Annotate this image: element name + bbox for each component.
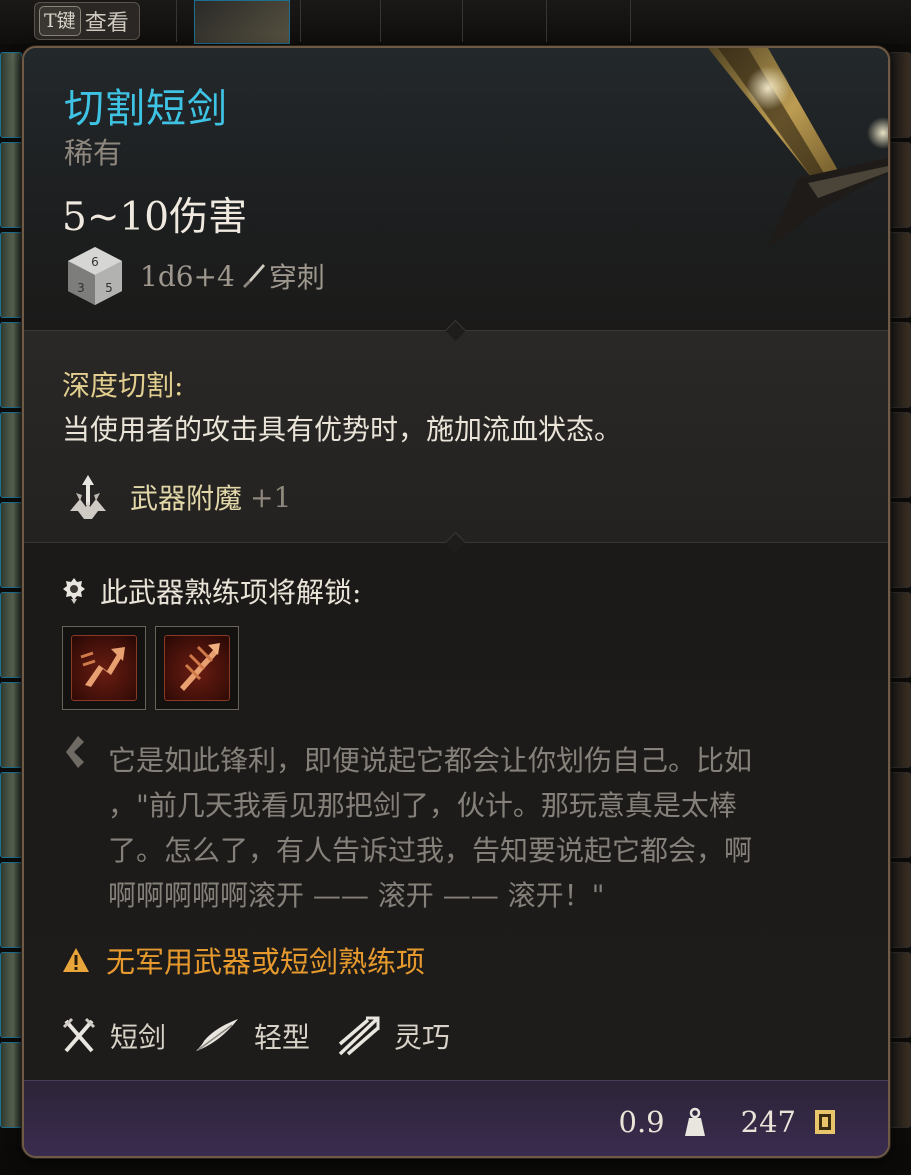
action-slot[interactable] — [155, 626, 239, 710]
gold-coin-icon — [815, 1110, 835, 1134]
crossed-swords-icon — [62, 1017, 96, 1053]
proficiency-label: 此武器熟练项将解锁: — [100, 576, 362, 609]
inventory-slot[interactable] — [889, 1042, 911, 1128]
inventory-slot[interactable] — [889, 52, 911, 138]
examine-hint[interactable]: T键 查看 — [34, 2, 140, 40]
d6-dice-icon: 6 3 5 — [68, 247, 122, 305]
right-inventory-column — [889, 52, 911, 1132]
property-short-sword[interactable]: 短剑 — [62, 1016, 166, 1056]
flavor-line: 啊啊啊啊啊滚开 —— 滚开 —— 滚开！" — [108, 879, 605, 912]
inventory-slot[interactable] — [889, 772, 911, 858]
hotbar-divider — [462, 0, 463, 42]
item-rarity: 稀有 — [64, 136, 123, 170]
weapon-properties: 短剑 轻型 灵巧 — [62, 1012, 478, 1060]
damage-dice: 1d6+4 — [140, 259, 235, 293]
flavor-line: ，"前几天我看见那把剑了，伙计。那玩意真是太棒 — [108, 789, 737, 822]
hotbar-divider — [300, 0, 301, 42]
flavor-text-icon — [66, 736, 84, 768]
inventory-slot[interactable] — [889, 592, 911, 678]
svg-text:3: 3 — [77, 281, 85, 295]
inventory-slot[interactable] — [0, 232, 22, 318]
inventory-slot[interactable] — [889, 412, 911, 498]
property-label: 短剑 — [110, 1021, 167, 1054]
inventory-slot[interactable] — [889, 682, 911, 768]
action-icon-2 — [164, 635, 230, 701]
property-label: 轻型 — [254, 1021, 311, 1054]
enchantment-label: 武器附魔 — [130, 482, 243, 515]
property-light[interactable]: 轻型 — [194, 1016, 310, 1056]
inventory-slot[interactable] — [889, 232, 911, 318]
item-price: 247 — [740, 1105, 796, 1139]
piercing-icon — [242, 264, 265, 288]
inventory-slot[interactable] — [0, 862, 22, 948]
inventory-slot[interactable] — [889, 862, 911, 948]
enchantment-value: +1 — [250, 480, 292, 514]
hotbar-divider — [630, 0, 631, 42]
weight-icon — [684, 1107, 705, 1136]
inventory-slot[interactable] — [0, 502, 22, 588]
item-name: 切割短剑 — [64, 86, 228, 132]
enchantment-row: 武器附魔 +1 — [62, 470, 291, 524]
piercing-strike-icon — [80, 647, 125, 687]
action-slot[interactable] — [62, 626, 146, 710]
inventory-slot[interactable] — [0, 592, 22, 678]
item-weight: 0.9 — [618, 1105, 665, 1139]
inventory-slot[interactable] — [0, 142, 22, 228]
flavor-text: 它是如此锋利，即便说起它都会让你划伤自己。比如 ，"前几天我看见那把剑了，伙计。… — [108, 738, 856, 918]
finesse-icon — [338, 1016, 380, 1056]
left-inventory-column — [0, 52, 22, 1132]
damage-dice-row: 6 3 5 1d6+4 穿刺 — [64, 244, 325, 308]
warning-row: 无军用武器或短剑熟练项 — [62, 940, 425, 980]
inventory-slot[interactable] — [0, 322, 22, 408]
item-tooltip: 切割短剑 稀有 5~10伤害 6 3 5 1d6+4 穿刺 深度切割: 当使用者… — [22, 46, 890, 1158]
hotbar-divider — [380, 0, 381, 42]
top-hotbar: T键 查看 — [0, 0, 911, 44]
ability-description: 当使用者的攻击具有优势时，施加流血状态。 — [62, 413, 623, 446]
inventory-slot[interactable] — [889, 952, 911, 1038]
damage-range: 5~10伤害 — [62, 195, 248, 240]
warning-text: 无军用武器或短剑熟练项 — [106, 945, 426, 979]
inventory-slot[interactable] — [0, 412, 22, 498]
damage-type: 穿刺 — [268, 261, 325, 294]
inventory-slot[interactable] — [0, 682, 22, 768]
inventory-slot[interactable] — [0, 772, 22, 858]
flourish-strike-icon — [180, 643, 220, 691]
property-finesse[interactable]: 灵巧 — [338, 1016, 450, 1056]
svg-text:6: 6 — [91, 255, 99, 269]
inventory-slot[interactable] — [889, 502, 911, 588]
ability-title: 深度切割: — [62, 369, 184, 402]
flavor-line: 它是如此锋利，即便说起它都会让你划伤自己。比如 — [108, 744, 753, 777]
inventory-slot[interactable] — [0, 52, 22, 138]
inventory-slot[interactable] — [0, 952, 22, 1038]
weapon-enchantment-icon — [70, 475, 106, 519]
action-icon-1 — [71, 635, 137, 701]
property-label: 灵巧 — [394, 1021, 451, 1054]
proficiency-icon — [63, 578, 85, 604]
inventory-slot[interactable] — [889, 322, 911, 408]
item-footer: 0.9 247 — [619, 1102, 836, 1142]
hotbar-divider — [176, 0, 177, 42]
hotbar-item-slot[interactable] — [194, 0, 290, 44]
unlocked-actions — [62, 626, 239, 710]
svg-text:5: 5 — [105, 281, 113, 295]
flavor-line: 了。怎么了，有人告诉过我，告知要说起它都会，啊 — [108, 834, 753, 867]
inventory-slot[interactable] — [889, 142, 911, 228]
proficiency-row: 此武器熟练项将解锁: — [62, 572, 361, 610]
warning-icon — [63, 948, 89, 972]
hotbar-divider — [546, 0, 547, 42]
feather-icon — [196, 1019, 239, 1051]
examine-label: 查看 — [84, 11, 129, 36]
inventory-slot[interactable] — [0, 1042, 22, 1128]
keybind-badge: T键 — [39, 6, 81, 36]
